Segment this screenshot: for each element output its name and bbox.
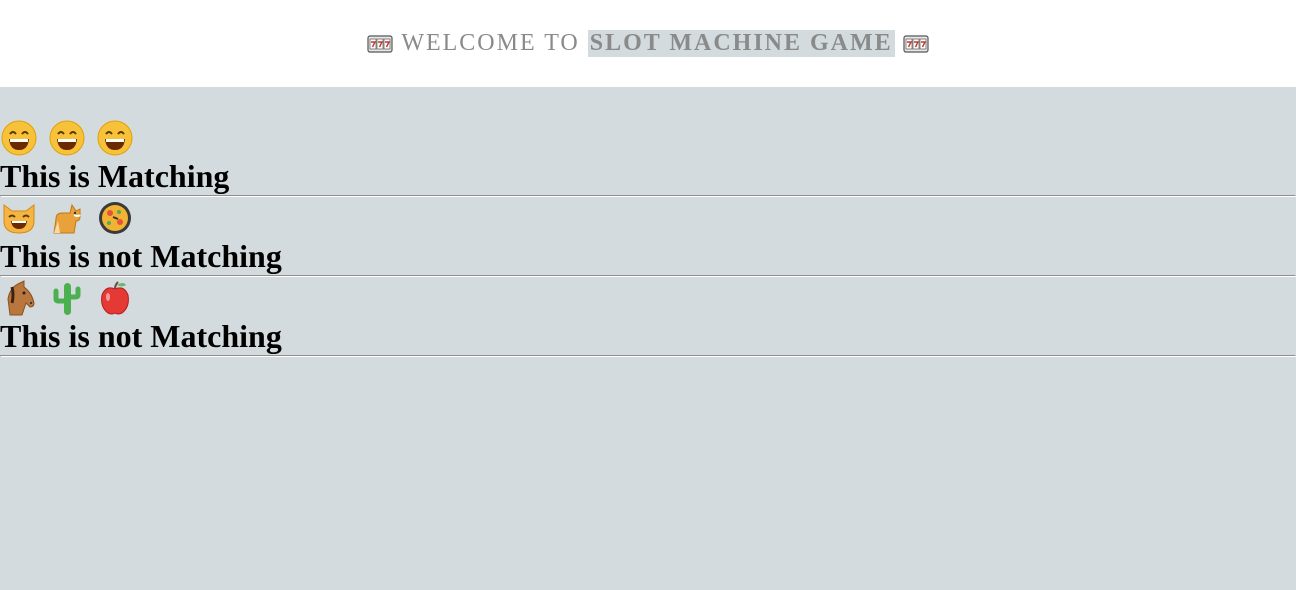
slot-reels: [0, 117, 1296, 159]
slot-machine-icon: [903, 34, 929, 53]
cactus-icon: [53, 283, 81, 315]
page-header: WELCOME TO SLOT MACHINE GAME: [0, 0, 1296, 87]
shiba-dog-icon: [53, 203, 81, 234]
header-game-title: SLOT MACHINE GAME: [587, 30, 895, 57]
slot-reels: [0, 197, 1296, 239]
grinning-cat-icon: [3, 204, 35, 234]
row-divider: [0, 355, 1296, 357]
slot-row: This is not Matching: [0, 197, 1296, 277]
slot-row: This is not Matching: [0, 277, 1296, 357]
grinning-face-icon: [97, 120, 133, 156]
slot-results-area: This is Matching This is not Matching Th…: [0, 87, 1296, 590]
slot-reels: [0, 277, 1296, 319]
paella-icon: [99, 202, 131, 234]
grinning-face-icon: [1, 120, 37, 156]
match-result-text: This is not Matching: [0, 238, 282, 274]
red-apple-icon: [101, 281, 129, 315]
match-result-text: This is not Matching: [0, 318, 282, 354]
horse-face-icon: [7, 280, 35, 316]
grinning-face-icon: [49, 120, 85, 156]
header-prefix: WELCOME TO: [401, 30, 580, 56]
match-result-text: This is Matching: [0, 158, 230, 194]
slot-row: This is Matching: [0, 117, 1296, 197]
slot-machine-icon: [367, 34, 393, 53]
